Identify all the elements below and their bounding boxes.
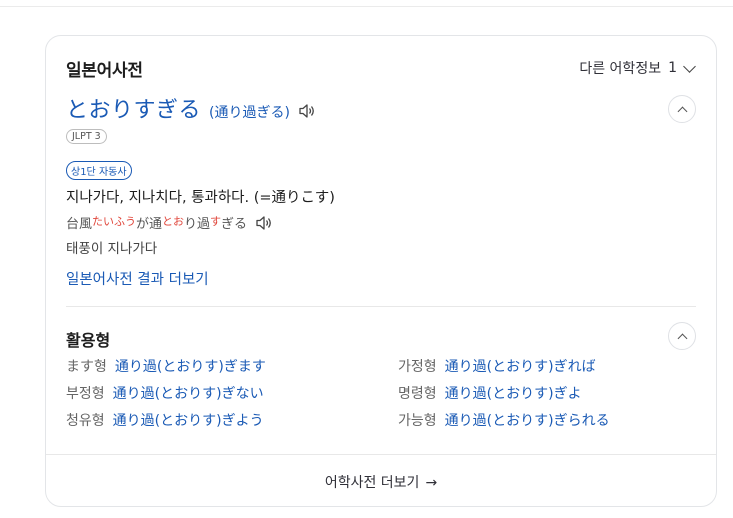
example-reading: たいふう xyxy=(92,215,137,228)
example-segment: 台風 xyxy=(66,217,93,232)
arrow-right-icon: → xyxy=(425,475,438,491)
headword-kanji: (通り過ぎる) xyxy=(209,105,290,121)
entry-headline: とおりすぎる (通り過ぎる) xyxy=(66,92,316,124)
headword[interactable]: とおりすぎる xyxy=(66,92,201,124)
language-dictionary-more-link[interactable]: 어학사전 더보기 → xyxy=(46,472,716,492)
example-sentence: 台風たいふうが通とおり過すぎる xyxy=(66,213,273,232)
conjugation-item: ます형 通り過(とおりす)ぎます xyxy=(66,356,266,376)
conjugation-value[interactable]: 通り過(とおりす)ぎよ xyxy=(445,386,582,402)
example-translation: 태풍이 지나가다 xyxy=(66,241,158,257)
dictionary-card: 일본어사전 다른 어학정보 1 とおりすぎる (通り過ぎる) JLPT 3 상1… xyxy=(45,35,717,507)
chevron-up-icon xyxy=(677,106,688,117)
example-reading: す xyxy=(210,215,222,228)
conjugation-list: ます형 通り過(とおりす)ぎます 가정형 通り過(とおりす)ぎれば 부정형 通り過(と… xyxy=(66,356,706,436)
chevron-down-icon xyxy=(683,59,696,73)
conjugation-value[interactable]: 通り過(とおりす)ぎよう xyxy=(113,413,264,429)
conjugation-label: 가정형 xyxy=(398,359,437,375)
other-language-info-label: 다른 어학정보 xyxy=(579,61,662,77)
other-language-info-button[interactable]: 다른 어학정보 1 xyxy=(579,58,696,78)
conjugation-value[interactable]: 通り過(とおりす)ぎられる xyxy=(445,413,610,429)
meaning-text: 지나가다, 지나치다, 통과하다. (=通りこす) xyxy=(66,190,335,206)
dictionary-more-results-link[interactable]: 일본어사전 결과 더보기 xyxy=(66,268,209,289)
jlpt-badge: JLPT 3 xyxy=(66,129,107,144)
conjugation-item: 명령형 通り過(とおりす)ぎよ xyxy=(398,383,582,403)
conjugation-title: 활용형 xyxy=(66,331,111,350)
speaker-icon[interactable] xyxy=(298,103,316,119)
conjugation-label: 청유형 xyxy=(66,413,105,429)
conjugation-label: 명령형 xyxy=(398,386,437,402)
conjugation-item: 가능형 通り過(とおりす)ぎられる xyxy=(398,410,610,430)
other-language-info-count: 1 xyxy=(668,60,677,76)
example-segment: り過 xyxy=(184,217,211,232)
footer-link-label: 어학사전 더보기 xyxy=(324,475,420,491)
top-divider xyxy=(0,6,733,7)
card-header: 일본어사전 다른 어학정보 1 xyxy=(66,56,696,81)
example-segment: が通 xyxy=(136,217,163,232)
conjugation-label: 부정형 xyxy=(66,386,105,402)
conjugation-label: ます형 xyxy=(66,359,107,375)
example-segment: ぎる xyxy=(221,217,248,232)
conjugation-item: 청유형 通り過(とおりす)ぎよう xyxy=(66,410,264,430)
entry-collapse-button[interactable] xyxy=(668,95,696,123)
example-reading: とお xyxy=(162,215,185,228)
part-of-speech-tag: 상1단 자동사 xyxy=(66,161,132,180)
conjugation-collapse-button[interactable] xyxy=(668,322,696,350)
conjugation-value[interactable]: 通り過(とおりす)ぎます xyxy=(115,359,266,375)
example-text: 台風たいふうが通とおり過すぎる xyxy=(66,213,247,232)
conjugation-value[interactable]: 通り過(とおりす)ぎない xyxy=(113,386,264,402)
speaker-icon[interactable] xyxy=(255,215,273,231)
conjugation-value[interactable]: 通り過(とおりす)ぎれば xyxy=(445,359,596,375)
conjugation-item: 가정형 通り過(とおりす)ぎれば xyxy=(398,356,596,376)
conjugation-label: 가능형 xyxy=(398,413,437,429)
conjugation-item: 부정형 通り過(とおりす)ぎない xyxy=(66,383,264,403)
section-divider xyxy=(66,306,696,307)
footer-divider xyxy=(46,454,716,455)
chevron-up-icon xyxy=(677,333,688,344)
card-title: 일본어사전 xyxy=(66,61,143,81)
